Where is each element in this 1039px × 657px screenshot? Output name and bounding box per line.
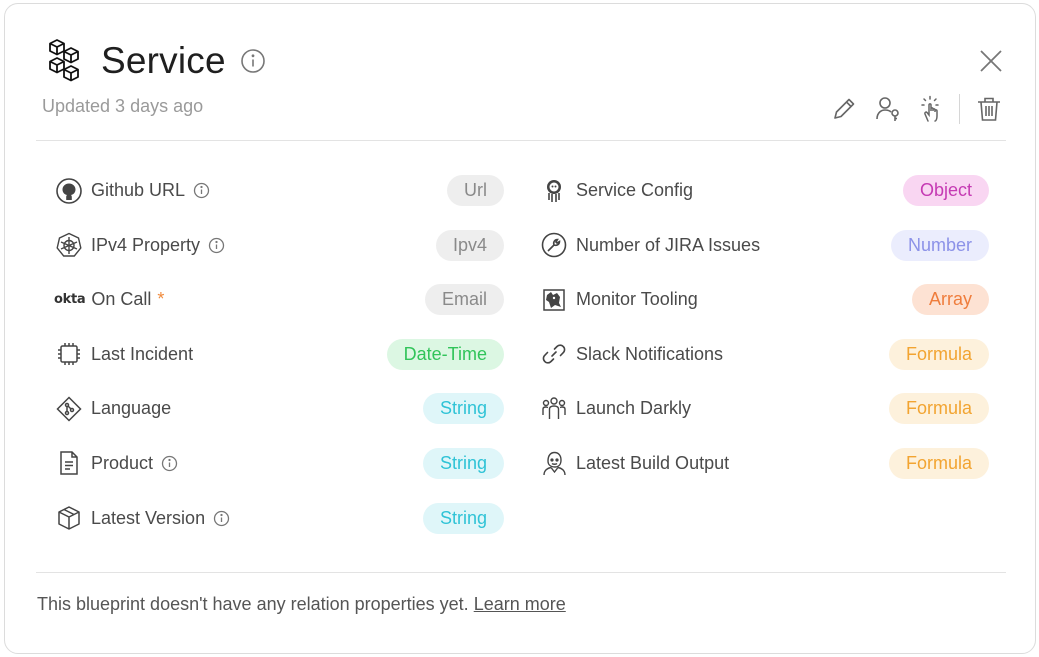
property-name: IPv4 Property xyxy=(91,234,201,255)
property-name: Slack Notifications xyxy=(576,343,724,364)
property-name: Latest Build Output xyxy=(576,452,730,473)
relations-notice-text: This blueprint doesn't have any relation… xyxy=(37,594,474,614)
jenkins-icon xyxy=(539,448,569,478)
chip-icon xyxy=(54,339,84,369)
property-name: Launch Darkly xyxy=(576,398,692,419)
footer-divider xyxy=(36,572,1006,573)
info-icon[interactable] xyxy=(208,237,225,254)
property-row[interactable]: Number of JIRA Issues Number xyxy=(539,229,989,262)
close-icon[interactable] xyxy=(977,47,1005,75)
type-badge: Object xyxy=(902,175,989,206)
property-row[interactable]: Launch Darkly Formula xyxy=(539,392,989,425)
edit-button[interactable] xyxy=(829,94,859,124)
delete-icon xyxy=(978,97,1000,121)
datadog-icon xyxy=(539,285,569,315)
property-row[interactable]: Monitor Tooling Array xyxy=(539,283,989,316)
info-icon[interactable] xyxy=(161,455,178,472)
type-badge: Formula xyxy=(888,393,989,425)
package-icon xyxy=(54,503,84,533)
property-name: Last Incident xyxy=(91,343,194,364)
git-icon xyxy=(54,394,84,424)
updated-timestamp: Updated 3 days ago xyxy=(42,96,204,116)
type-badge: Email xyxy=(424,284,504,316)
document-icon xyxy=(54,448,84,478)
type-badge: String xyxy=(422,393,504,425)
type-badge: Formula xyxy=(888,338,989,370)
type-badge: Url xyxy=(447,175,504,206)
wrench-icon xyxy=(539,230,569,260)
property-row[interactable]: Last Incident Date-Time xyxy=(54,338,504,371)
page-title: Service xyxy=(101,40,226,81)
info-icon[interactable] xyxy=(213,510,230,527)
property-name: Number of JIRA Issues xyxy=(576,234,761,255)
property-name: Latest Version xyxy=(91,507,206,528)
property-row[interactable]: IPv4 Property Ipv4 xyxy=(54,229,504,262)
type-badge: String xyxy=(422,447,504,479)
type-badge: Number xyxy=(890,229,989,261)
property-name: Service Config xyxy=(576,180,694,200)
property-row[interactable]: Latest Build Output Formula xyxy=(539,447,989,480)
required-marker: * xyxy=(157,289,165,310)
type-badge: Date-Time xyxy=(386,338,504,370)
type-badge: Ipv4 xyxy=(435,229,504,261)
property-row[interactable]: Service Config Object xyxy=(539,174,989,207)
toolbar xyxy=(829,92,1004,126)
learn-more-link[interactable]: Learn more xyxy=(474,594,566,614)
property-row[interactable]: okta On Call * Email xyxy=(54,283,504,316)
properties-column-right: Service Config Object Number of JIRA Iss… xyxy=(539,174,989,502)
property-row[interactable]: Slack Notifications Formula xyxy=(539,338,989,371)
kubernetes-icon xyxy=(54,230,84,260)
property-name: Language xyxy=(91,398,172,419)
type-badge: Formula xyxy=(888,447,989,479)
properties-column-left: Github URL Url IPv4 Property Ipv4 okta O… xyxy=(54,174,504,556)
property-row[interactable]: Github URL Url xyxy=(54,174,504,207)
type-badge: String xyxy=(422,502,504,534)
property-name: Monitor Tooling xyxy=(576,289,698,310)
property-name: Github URL xyxy=(91,180,186,200)
info-icon[interactable] xyxy=(240,48,266,74)
delete-button[interactable] xyxy=(974,94,1004,124)
header-divider xyxy=(36,140,1006,141)
property-row[interactable]: Latest Version String xyxy=(54,502,504,535)
team-icon xyxy=(539,394,569,424)
card-header: Service Updated 3 days ago xyxy=(5,4,1035,141)
blueprint-card: Service Updated 3 days ago Github URL Ur… xyxy=(4,3,1036,654)
property-row[interactable]: Language String xyxy=(54,392,504,425)
type-badge: Array xyxy=(911,284,989,316)
actions-button[interactable] xyxy=(917,94,947,124)
permissions-button[interactable] xyxy=(873,94,903,124)
property-name: Product xyxy=(91,452,154,473)
property-name: On Call xyxy=(91,289,152,310)
argo-icon xyxy=(539,176,569,206)
permissions-icon xyxy=(876,97,899,121)
github-icon xyxy=(54,176,84,206)
property-row[interactable]: Product String xyxy=(54,447,504,480)
actions-icon xyxy=(921,95,939,122)
link-icon xyxy=(539,339,569,369)
blueprint-cubes-icon xyxy=(49,39,79,82)
toolbar-separator xyxy=(959,94,960,124)
info-icon[interactable] xyxy=(193,182,210,199)
okta-logo: okta xyxy=(54,292,86,308)
relations-notice: This blueprint doesn't have any relation… xyxy=(37,594,566,615)
edit-icon xyxy=(834,98,855,119)
